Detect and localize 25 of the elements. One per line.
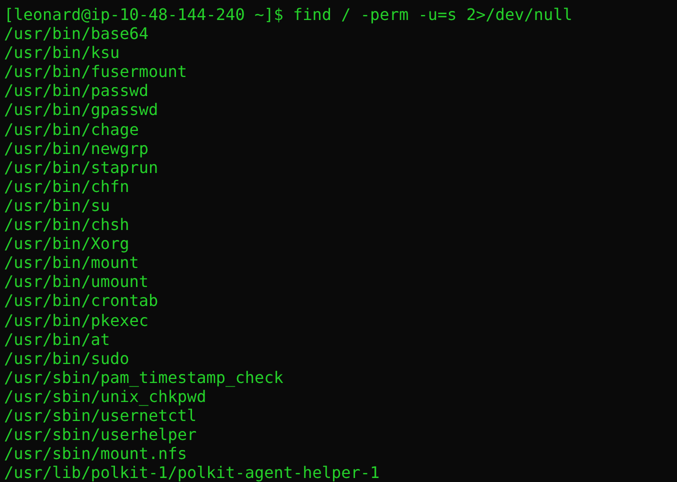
output-line: /usr/bin/newgrp (4, 138, 148, 158)
output-line: /usr/bin/ksu (4, 43, 120, 62)
output-line: /usr/lib/polkit-1/polkit-agent-helper-1 (4, 463, 380, 482)
output-line: /usr/bin/sudo (4, 348, 130, 368)
output-line: /usr/bin/fusermount (4, 62, 188, 82)
output-line: /usr/sbin/usernetctl (4, 406, 197, 426)
output-line: /usr/sbin/userhelper (4, 425, 197, 444)
output-line: /usr/bin/base64 (4, 24, 148, 44)
output-line: /usr/bin/at (4, 330, 110, 349)
output-line: /usr/bin/pkexec (4, 310, 148, 330)
output-line: /usr/bin/Xorg (4, 234, 130, 254)
output-line: /usr/sbin/pam_timestamp_check (4, 368, 284, 387)
output-line: /usr/bin/crontab (4, 291, 158, 310)
output-line: /usr/bin/passwd (4, 81, 148, 100)
output-line: /usr/bin/chsh (4, 215, 130, 234)
output-line: /usr/bin/gpasswd (4, 100, 158, 120)
output-line: /usr/bin/staprun (4, 158, 158, 177)
output-line: /usr/bin/umount (4, 272, 148, 292)
output-line: /usr/bin/mount (4, 253, 139, 272)
output-line: /usr/bin/chage (4, 120, 139, 139)
output-line: /usr/sbin/mount.nfs (4, 444, 188, 464)
output-line: /usr/bin/su (4, 196, 110, 216)
output-line: /usr/sbin/unix_chkpwd (4, 386, 206, 406)
output-line: /usr/bin/chfn (4, 176, 130, 196)
command-prompt: [leonard@ip-10-48-144-240 ~]$ find / -perm -u=s 2>/dev/null (4, 5, 572, 24)
